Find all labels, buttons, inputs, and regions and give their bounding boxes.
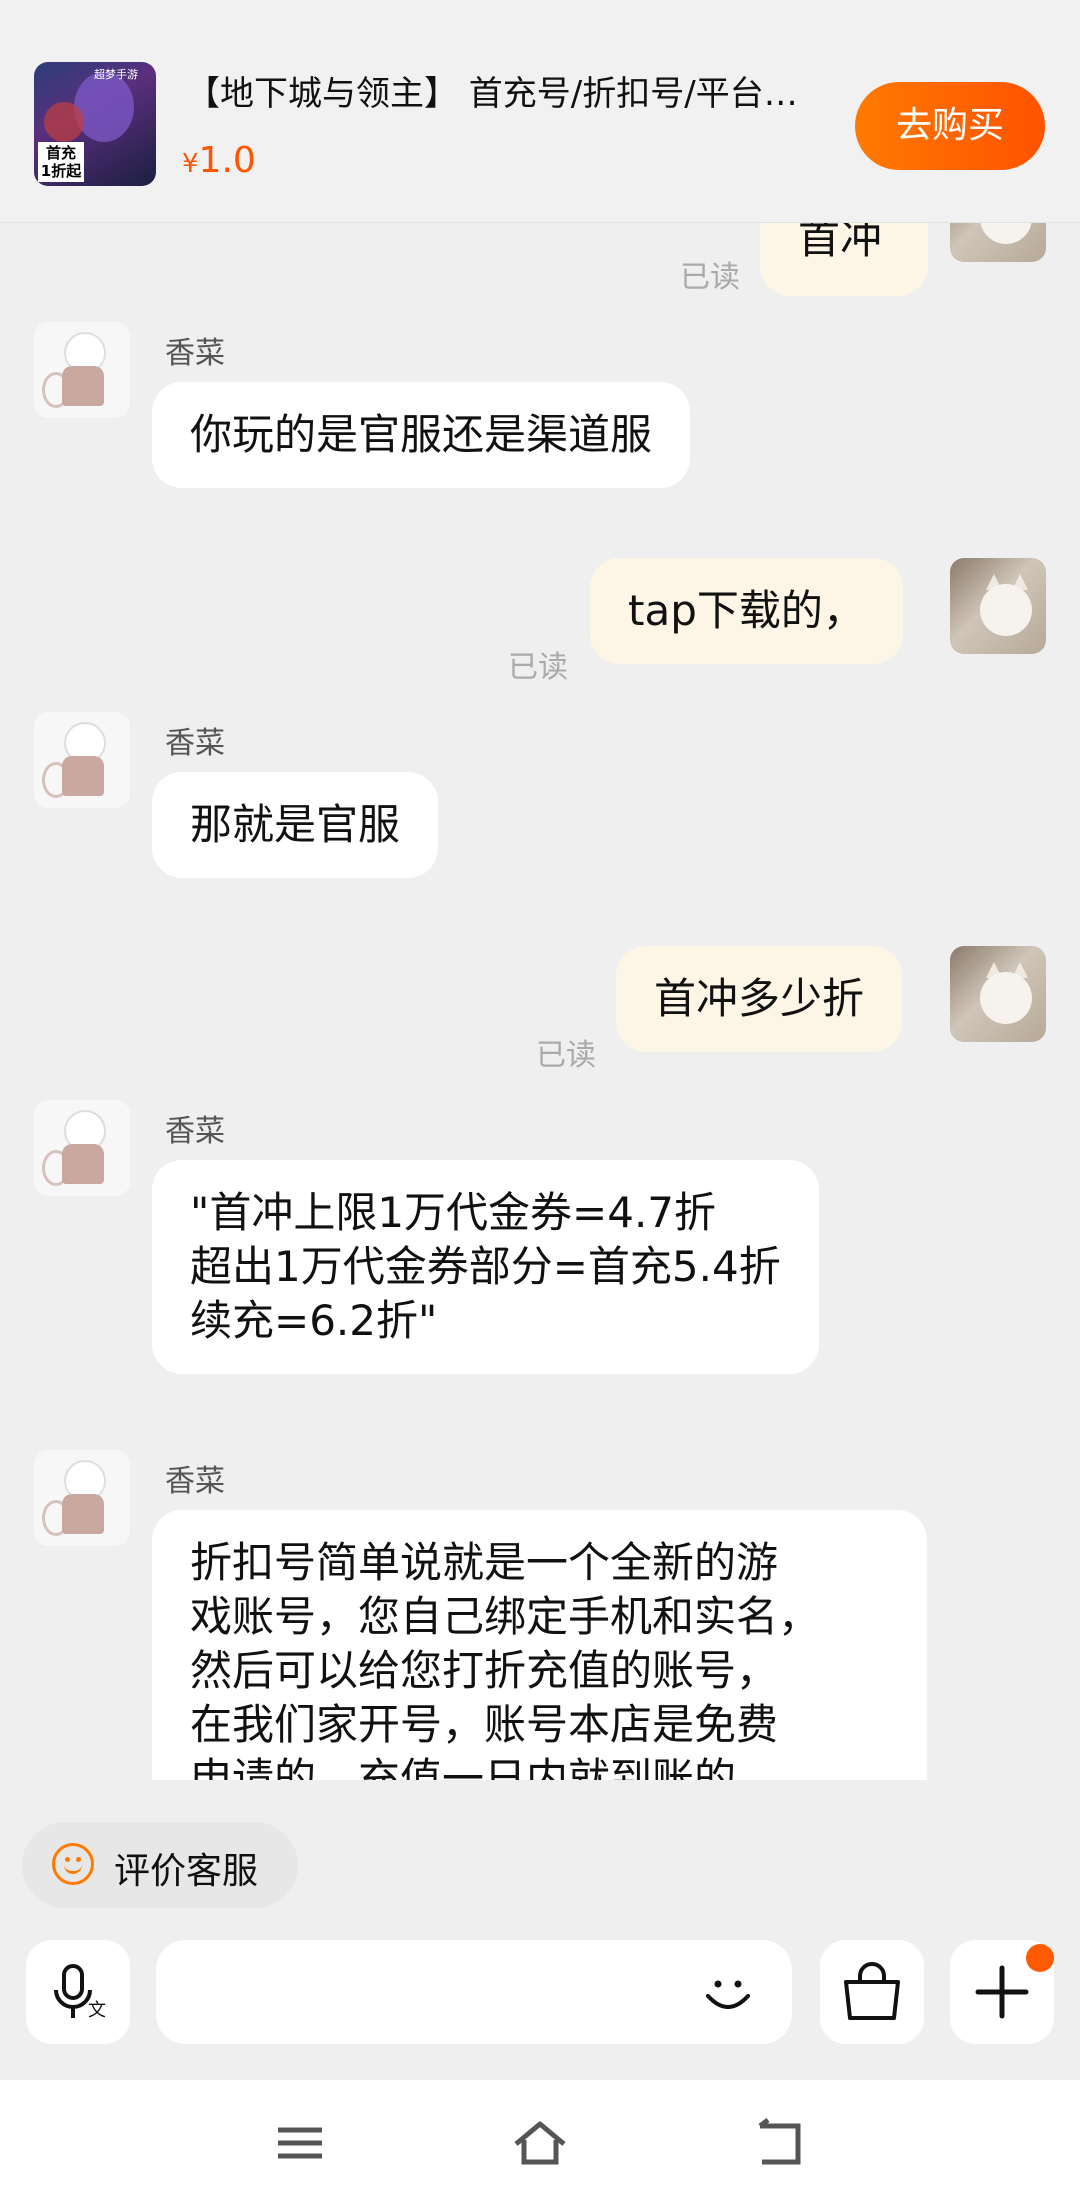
price-value: 1.0: [198, 140, 256, 181]
outgoing-message[interactable]: 首冲: [760, 222, 928, 296]
read-receipt: 已读: [680, 260, 740, 295]
chat-message-list[interactable]: 首冲 已读 香菜 你玩的是官服还是渠道服 tap下载的， 已读 香菜 那就是官服…: [0, 222, 1080, 1780]
my-avatar[interactable]: [950, 946, 1046, 1042]
buy-button[interactable]: 去购买: [855, 82, 1045, 170]
avatar-art: [62, 1144, 104, 1184]
currency-symbol: ¥: [182, 149, 199, 179]
thumbnail-badge: 首充 1折起: [38, 142, 84, 182]
outgoing-message[interactable]: tap下载的，: [590, 558, 903, 664]
menu-icon[interactable]: [272, 2118, 328, 2168]
my-avatar[interactable]: [950, 558, 1046, 654]
avatar-art: [62, 1494, 104, 1534]
thumbnail-art-accent: [44, 102, 84, 142]
agent-avatar[interactable]: [34, 1100, 130, 1196]
thumbnail-art: [74, 72, 134, 142]
read-receipt: 已读: [536, 1038, 596, 1073]
system-nav-bar: [0, 2080, 1080, 2204]
agent-avatar[interactable]: [34, 712, 130, 808]
message-input[interactable]: [156, 1940, 792, 2044]
avatar-art: [62, 366, 104, 406]
sender-name: 香菜: [165, 336, 225, 371]
avatar-art: [62, 756, 104, 796]
cat-photo: [980, 222, 1032, 244]
mic-icon: 文: [54, 1964, 106, 2020]
shopping-bag-icon: [844, 1962, 900, 2020]
thumbnail-tag: 超梦手游: [94, 68, 138, 81]
home-icon[interactable]: [512, 2118, 568, 2168]
voice-input-button[interactable]: 文: [26, 1940, 130, 2044]
emoji-icon[interactable]: [700, 1964, 756, 2020]
my-avatar[interactable]: [950, 222, 1046, 262]
incoming-message[interactable]: 那就是官服: [152, 772, 439, 878]
cat-photo: [980, 584, 1032, 636]
back-icon[interactable]: [752, 2118, 808, 2168]
agent-avatar[interactable]: [34, 1450, 130, 1546]
message-composer: 文: [0, 1930, 1080, 2080]
shopping-bag-button[interactable]: [820, 1940, 924, 2044]
rate-service-button[interactable]: 评价客服: [22, 1822, 298, 1908]
incoming-message[interactable]: 折扣号简单说就是一个全新的游 戏账号，您自己绑定手机和实名， 然后可以给您打折充…: [152, 1510, 927, 1780]
notification-dot: [1026, 1944, 1054, 1972]
agent-avatar[interactable]: [34, 322, 130, 418]
rate-service-label: 评价客服: [114, 1851, 259, 1892]
read-receipt: 已读: [508, 650, 568, 685]
incoming-message[interactable]: "首冲上限1万代金券=4.7折 超出1万代金券部分=首充5.4折 续充=6.2折…: [152, 1160, 819, 1374]
sender-name: 香菜: [165, 726, 225, 761]
svg-text:文: 文: [88, 2000, 106, 2020]
cat-photo: [980, 972, 1032, 1024]
product-card[interactable]: 超梦手游 首充 1折起 【地下城与领主】 首充号/折扣号/平台币/代充 ¥1.0…: [0, 0, 1080, 223]
sender-name: 香菜: [165, 1114, 225, 1149]
product-title[interactable]: 【地下城与领主】 首充号/折扣号/平台币/代充: [186, 66, 826, 115]
outgoing-message[interactable]: 首冲多少折: [616, 946, 903, 1052]
product-thumbnail[interactable]: 超梦手游 首充 1折起: [34, 62, 156, 186]
sender-name: 香菜: [165, 1464, 225, 1499]
incoming-message[interactable]: 你玩的是官服还是渠道服: [152, 382, 691, 488]
product-price: ¥1.0: [182, 140, 256, 181]
